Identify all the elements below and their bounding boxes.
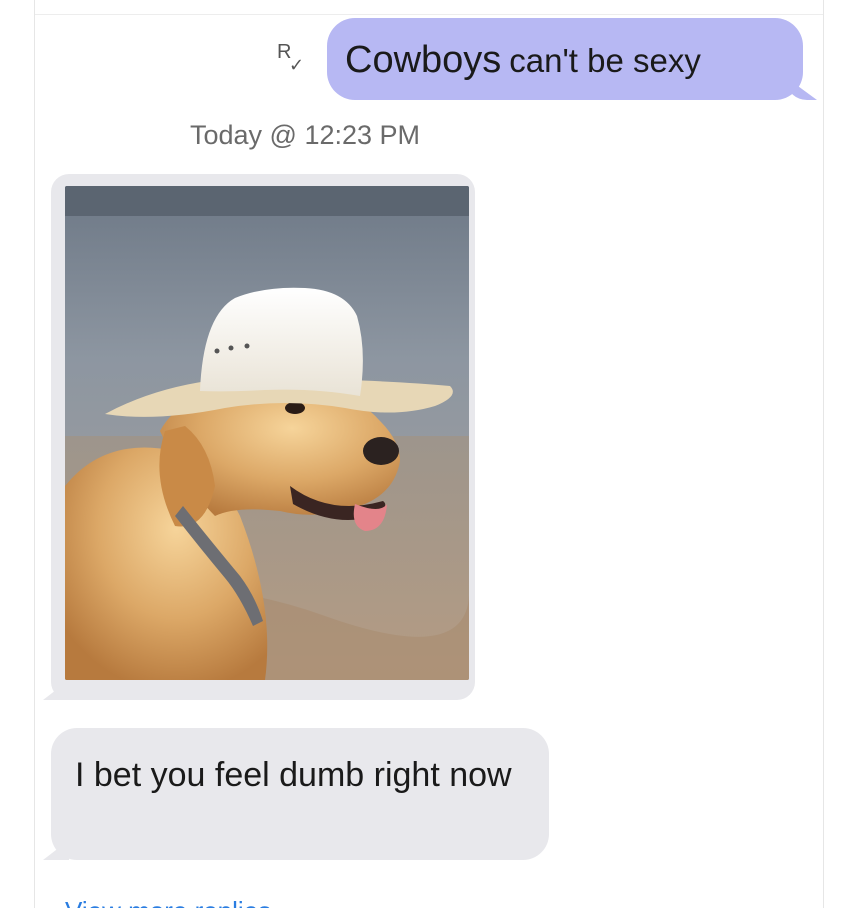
sent-message-row: R ✓ Cowboys can't be sexy <box>35 18 823 106</box>
received-message-text: I bet you feel dumb right now <box>75 756 512 794</box>
received-message-bubble[interactable]: I bet you feel dumb right now <box>43 728 549 860</box>
sent-message-word-1: Cowboys <box>345 39 502 81</box>
bubble-tail <box>787 78 817 100</box>
bubble-tail <box>43 680 69 700</box>
view-more-link[interactable]: View more replies <box>65 898 315 908</box>
dog-cowboy-hat-photo[interactable] <box>65 186 469 680</box>
message-thread: R ✓ Cowboys can't be sexy Today @ 12:23 P… <box>34 0 824 908</box>
read-receipt-check: ✓ <box>289 55 305 75</box>
received-image-bubble[interactable] <box>43 174 475 700</box>
top-divider <box>35 14 823 15</box>
bubble-tail <box>43 840 69 860</box>
sent-message-word-2: can't be sexy <box>509 42 701 79</box>
message-timestamp: Today @ 12:23 PM <box>189 120 421 150</box>
sent-message-bubble[interactable]: Cowboys can't be sexy <box>327 18 817 100</box>
read-receipt-icon: R ✓ <box>275 42 309 82</box>
